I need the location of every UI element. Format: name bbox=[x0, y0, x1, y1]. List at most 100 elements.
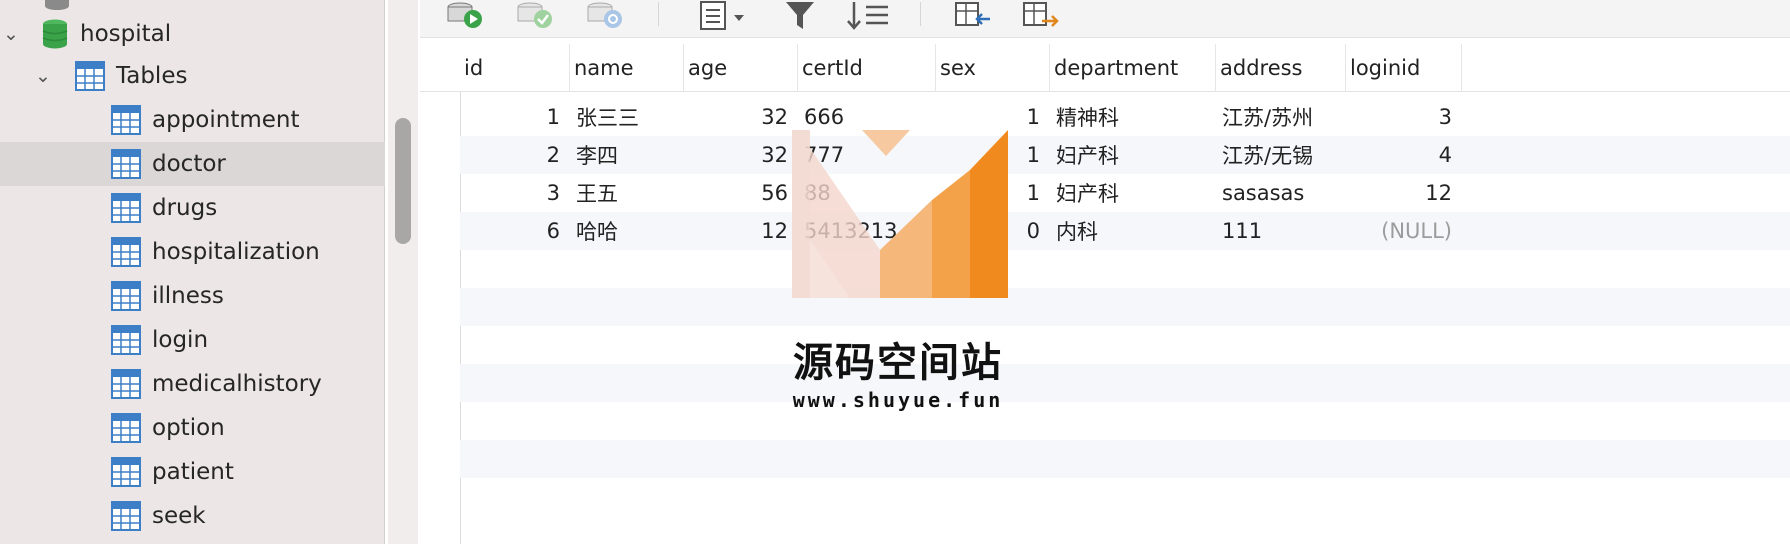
cell-department[interactable]: 内科 bbox=[1056, 212, 1216, 250]
cell-department[interactable]: 精神科 bbox=[1056, 98, 1216, 136]
column-header-name[interactable]: name bbox=[570, 44, 684, 92]
empty-row bbox=[460, 364, 1790, 402]
cell-loginid[interactable]: 4 bbox=[1346, 136, 1452, 174]
sidebar-item-label: appointment bbox=[152, 107, 300, 133]
sidebar-scrollbar-thumb[interactable] bbox=[395, 118, 411, 244]
cell-address[interactable]: 111 bbox=[1222, 212, 1346, 250]
add-row-button[interactable] bbox=[446, 0, 486, 32]
cell-id[interactable]: 2 bbox=[460, 136, 560, 174]
cell-name[interactable]: 哈哈 bbox=[576, 212, 684, 250]
table-icon bbox=[111, 237, 141, 267]
cell-id[interactable]: 1 bbox=[460, 98, 560, 136]
table-icon bbox=[111, 457, 141, 487]
export-button[interactable] bbox=[1022, 0, 1062, 32]
table-icon bbox=[111, 149, 141, 179]
cell-address[interactable]: sasasas bbox=[1222, 174, 1346, 212]
tables-folder-label: Tables bbox=[116, 63, 188, 89]
cell-name[interactable]: 李四 bbox=[576, 136, 684, 174]
column-header-sex[interactable]: sex bbox=[936, 44, 1050, 92]
table-row[interactable]: 1 张三三 32 666 1 精神科 江苏/苏州 3 bbox=[460, 98, 1790, 136]
watermark-url: www.shuyue.fun bbox=[792, 388, 1004, 412]
cell-loginid[interactable]: 3 bbox=[1346, 98, 1452, 136]
sidebar-item-login[interactable]: login bbox=[0, 318, 385, 362]
table-icon bbox=[111, 369, 141, 399]
empty-row bbox=[460, 326, 1790, 364]
sidebar-item-database[interactable]: ⌄ hospital bbox=[0, 12, 385, 56]
toolbar bbox=[420, 0, 1790, 38]
column-header-loginid[interactable]: loginid bbox=[1346, 44, 1462, 92]
sidebar-item-doctor[interactable]: doctor bbox=[0, 142, 385, 186]
database-label: hospital bbox=[80, 21, 172, 47]
cell-loginid[interactable]: (NULL) bbox=[1346, 212, 1452, 250]
export-icon bbox=[1023, 2, 1059, 27]
sidebar-item-seek[interactable]: seek bbox=[0, 494, 385, 538]
cell-id[interactable]: 3 bbox=[460, 174, 560, 212]
import-icon bbox=[955, 2, 990, 26]
refresh-button[interactable] bbox=[586, 0, 626, 32]
grid-header: id name age certId sex department address login… bbox=[420, 44, 1790, 92]
sidebar-item-label: hospitalization bbox=[152, 239, 320, 265]
table-row[interactable]: 3王五56881妇产科sasasas12 bbox=[460, 174, 1790, 212]
table-row[interactable]: 6哈哈1254132130内科111(NULL) bbox=[460, 212, 1790, 250]
sort-button[interactable] bbox=[846, 0, 890, 32]
sidebar-item-medicalhistory[interactable]: medicalhistory bbox=[0, 362, 385, 406]
app-window: ⌄ hospital ⌄ Tables appointment doctor d… bbox=[0, 0, 1790, 544]
watermark-logo bbox=[792, 130, 1008, 298]
refresh-icon bbox=[587, 2, 622, 28]
cell-address[interactable]: 江苏/苏州 bbox=[1222, 98, 1346, 136]
column-header-address[interactable]: address bbox=[1216, 44, 1346, 92]
text-view-icon bbox=[700, 1, 744, 30]
chevron-down-icon[interactable]: ⌄ bbox=[0, 23, 22, 45]
sidebar-item-appointment[interactable]: appointment bbox=[0, 98, 385, 142]
sidebar: ⌄ hospital ⌄ Tables appointment doctor d… bbox=[0, 0, 418, 544]
cell-age[interactable]: 12 bbox=[684, 212, 788, 250]
cell-department[interactable]: 妇产科 bbox=[1056, 174, 1216, 212]
table-row[interactable]: 2 李四 32 777 1 妇产科 江苏/无锡 4 bbox=[460, 136, 1790, 174]
table-icon bbox=[111, 501, 141, 531]
sidebar-item-patient[interactable]: patient bbox=[0, 450, 385, 494]
tables-folder-icon bbox=[75, 61, 105, 91]
table-icon bbox=[111, 281, 141, 311]
sidebar-item-label: seek bbox=[152, 503, 206, 529]
cell-address[interactable]: 江苏/无锡 bbox=[1222, 136, 1346, 174]
filter-icon bbox=[786, 2, 814, 29]
cell-name[interactable]: 张三三 bbox=[576, 98, 684, 136]
sidebar-item-tables-folder[interactable]: ⌄ Tables bbox=[0, 54, 385, 98]
cell-department[interactable]: 妇产科 bbox=[1056, 136, 1216, 174]
commit-button[interactable] bbox=[516, 0, 556, 32]
sidebar-item-label: drugs bbox=[152, 195, 218, 221]
sidebar-item-drugs[interactable]: drugs bbox=[0, 186, 385, 230]
empty-row bbox=[460, 478, 1790, 516]
add-row-icon bbox=[447, 2, 482, 28]
column-header-department[interactable]: department bbox=[1050, 44, 1216, 92]
table-icon bbox=[111, 193, 141, 223]
cell-id[interactable]: 6 bbox=[460, 212, 560, 250]
table-icon bbox=[111, 105, 141, 135]
sidebar-scrollbar-track[interactable] bbox=[388, 0, 418, 544]
sidebar-item-label: login bbox=[152, 327, 209, 353]
column-header-id[interactable]: id bbox=[460, 44, 570, 92]
watermark-title: 源码空间站 bbox=[793, 340, 1003, 386]
import-button[interactable] bbox=[954, 0, 994, 32]
commit-icon bbox=[517, 2, 552, 28]
sidebar-item-hospitalization[interactable]: hospitalization bbox=[0, 230, 385, 274]
column-header-certId[interactable]: certId bbox=[798, 44, 936, 92]
sidebar-item-label: option bbox=[152, 415, 225, 441]
chevron-down-icon[interactable]: ⌄ bbox=[32, 65, 54, 87]
table-icon bbox=[111, 325, 141, 355]
database-icon bbox=[45, 0, 69, 10]
cell-loginid[interactable]: 12 bbox=[1346, 174, 1452, 212]
cell-name[interactable]: 王五 bbox=[576, 174, 684, 212]
cell-age[interactable]: 32 bbox=[684, 136, 788, 174]
cell-age[interactable]: 56 bbox=[684, 174, 788, 212]
sidebar-item-label: patient bbox=[152, 459, 234, 485]
cell-age[interactable]: 32 bbox=[684, 98, 788, 136]
filter-button[interactable] bbox=[784, 0, 816, 32]
empty-row bbox=[460, 288, 1790, 326]
text-view-button[interactable] bbox=[698, 0, 754, 32]
database-icon bbox=[42, 19, 68, 49]
toolbar-separator bbox=[658, 2, 659, 26]
sidebar-item-option[interactable]: option bbox=[0, 406, 385, 450]
sidebar-item-illness[interactable]: illness bbox=[0, 274, 385, 318]
column-header-age[interactable]: age bbox=[684, 44, 798, 92]
